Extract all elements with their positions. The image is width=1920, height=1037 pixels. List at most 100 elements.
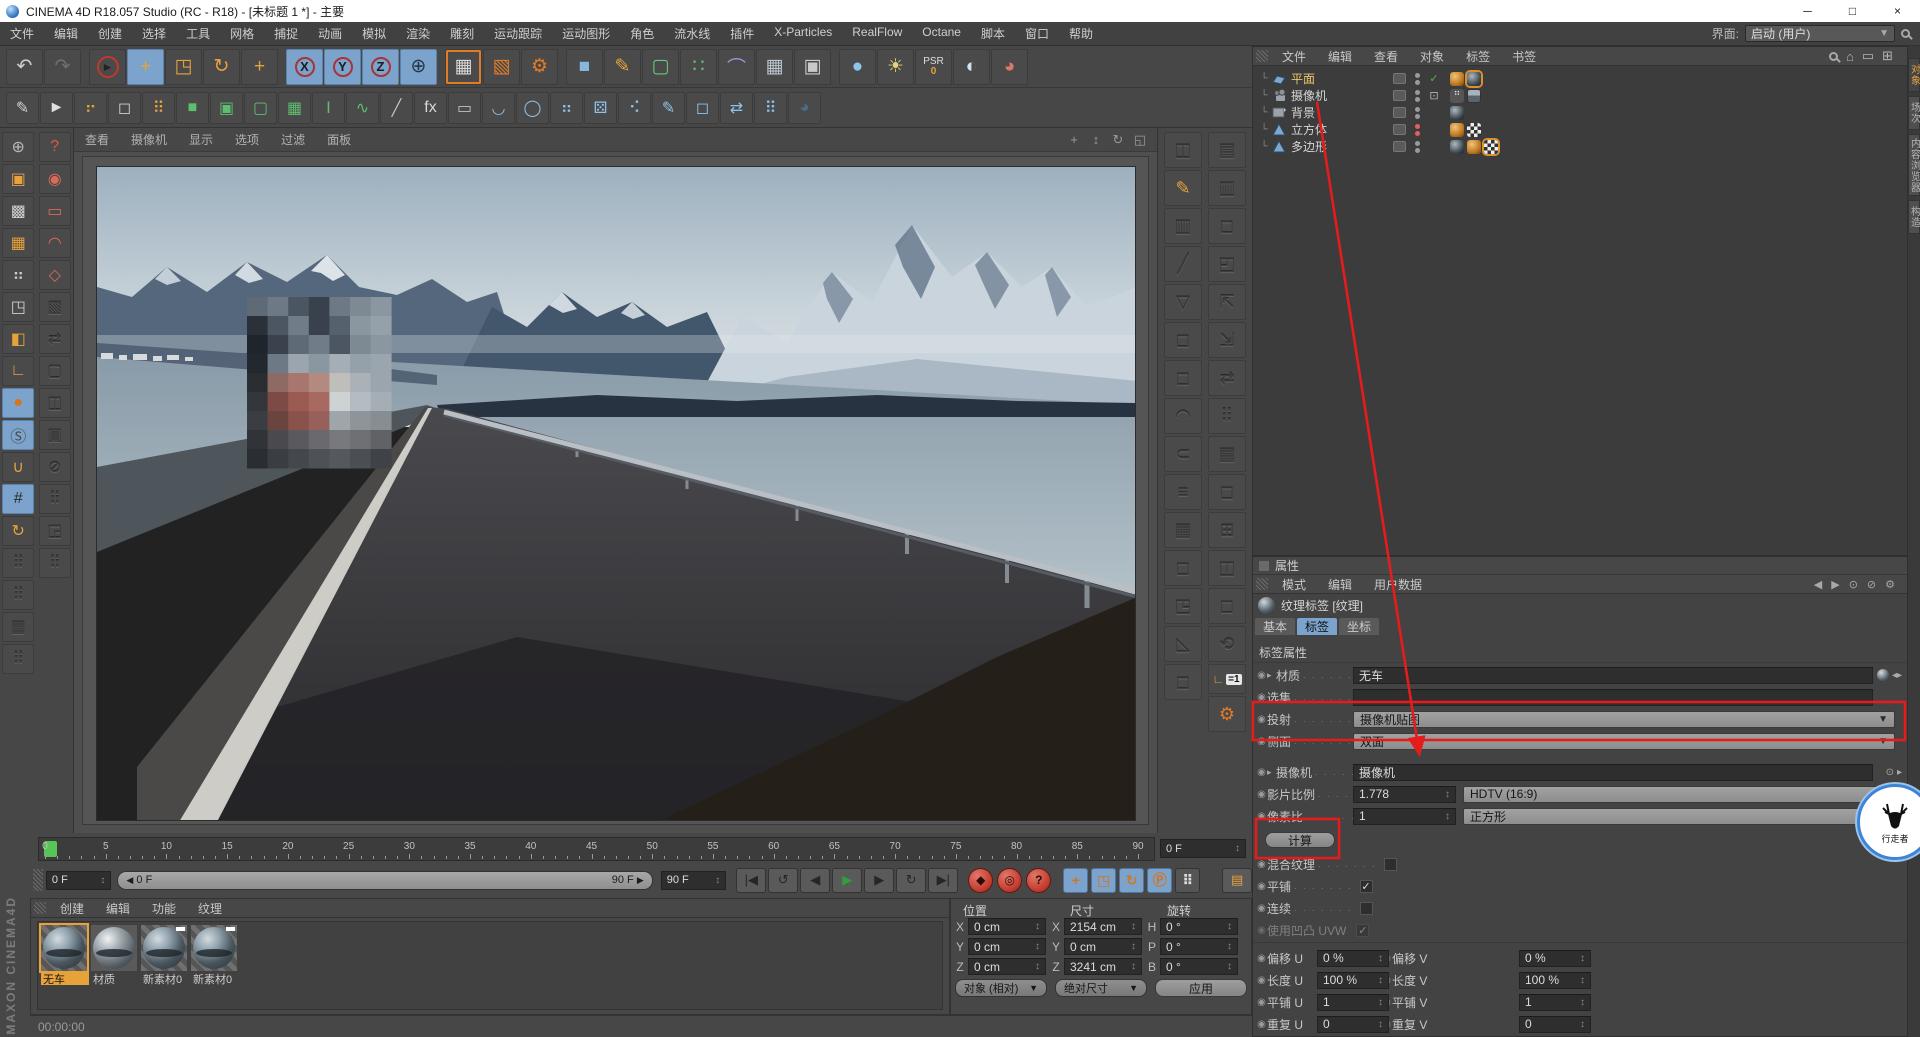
menu-工具[interactable]: 工具 (176, 25, 220, 42)
pin-icon[interactable]: ⊙ (1849, 578, 1858, 591)
grid2-icon[interactable]: ▦ (1164, 512, 1202, 548)
影片比例-dropdown[interactable]: HDTV (16:9)▼ (1463, 786, 1895, 803)
mat-dark-tag-icon[interactable] (1450, 140, 1464, 154)
偏移 V-field[interactable]: 0 %↕ (1519, 950, 1591, 967)
menu-帮助[interactable]: 帮助 (1059, 25, 1103, 42)
torus-icon[interactable]: ◯ (516, 92, 549, 124)
workplane-lock-icon[interactable]: # (2, 484, 34, 514)
材质-field[interactable]: 无车 (1353, 667, 1873, 684)
help-icon[interactable]: ? (39, 132, 71, 162)
light-icon[interactable]: ☀ (877, 49, 914, 85)
om-menu-标签[interactable]: 标签 (1455, 48, 1501, 65)
混合纹理-checkbox[interactable] (1384, 858, 1397, 871)
toggle-view-icon[interactable]: ◱ (1131, 132, 1149, 148)
rotate-tool-icon[interactable]: ↻ (203, 49, 240, 85)
visibility-dots[interactable] (1412, 107, 1422, 119)
平铺 U-field[interactable]: 1↕ (1317, 994, 1389, 1011)
cluster-icon[interactable]: ⠪ (618, 92, 651, 124)
dots-blue-icon[interactable]: ⠿ (754, 92, 787, 124)
loop-forward-button[interactable]: ↻ (896, 868, 926, 893)
panel-grip[interactable] (1256, 578, 1268, 590)
knife2-icon[interactable]: ╱ (1164, 246, 1202, 282)
object-row-背景[interactable]: └背景 (1253, 104, 1907, 121)
material-icon[interactable]: ◐ (953, 49, 990, 85)
goto-start-button[interactable]: |◀ (736, 868, 766, 893)
menu-动画[interactable]: 动画 (308, 25, 352, 42)
workplane-icon[interactable]: ∟=1 (1208, 664, 1246, 694)
menu-选择[interactable]: 选择 (132, 25, 176, 42)
swap-icon[interactable]: ⇄ (720, 92, 753, 124)
axis-mode-icon[interactable]: ∟ (2, 356, 34, 386)
camera-icon[interactable]: ▣ (794, 49, 831, 85)
next-frame-button[interactable]: ▶ (864, 868, 894, 893)
move-tool-icon[interactable]: + (127, 49, 164, 85)
box-icon[interactable]: ◻ (1208, 208, 1246, 244)
field-buttons[interactable]: ◂▸ (1877, 669, 1902, 681)
scale-key-toggle[interactable]: ◳ (1091, 868, 1116, 893)
menu-角色[interactable]: 角色 (620, 25, 664, 42)
menu-创建[interactable]: 创建 (88, 25, 132, 42)
menu-捕捉[interactable]: 捕捉 (264, 25, 308, 42)
keyframe-dot-icon[interactable]: ◉ (1256, 767, 1267, 778)
play-button[interactable]: ▶ (832, 868, 862, 893)
object-row-平面[interactable]: └平面✓ (1253, 70, 1907, 87)
grid-b-icon[interactable]: ⠿ (2, 580, 34, 610)
旋转-B-field[interactable]: 0 °↕ (1160, 958, 1238, 975)
back-icon[interactable]: ◀ (1814, 578, 1822, 591)
workplane-rotate-icon[interactable]: ↻ (2, 516, 34, 546)
grid-dots-icon[interactable]: ⠿ (142, 92, 175, 124)
viewport-menu-选项[interactable]: 选项 (224, 131, 270, 148)
mat-orange-tag-icon[interactable] (1467, 140, 1481, 154)
forward-icon[interactable]: ▶ (1831, 578, 1839, 591)
grid-a-icon[interactable]: ⠿ (2, 548, 34, 578)
menu-脚本[interactable]: 脚本 (971, 25, 1015, 42)
viewport-menu-显示[interactable]: 显示 (178, 131, 224, 148)
tool-b-icon[interactable]: ⇄ (39, 324, 71, 354)
om-menu-查看[interactable]: 查看 (1363, 48, 1409, 65)
material-thumbnail[interactable] (41, 925, 87, 971)
keyframe-dot-icon[interactable]: ◉ (1256, 811, 1267, 822)
lock-y-icon[interactable]: Y (324, 49, 361, 85)
position-key-toggle[interactable]: + (1063, 868, 1088, 893)
object-row-多边形[interactable]: └多边形 (1253, 138, 1907, 155)
material-thumbnail[interactable] (191, 925, 237, 971)
重复 U-field[interactable]: 0↕ (1317, 1016, 1389, 1033)
stack-icon[interactable]: ▤ (1208, 132, 1246, 168)
timeline-ruler[interactable]: 051015202530354045505560657075808590 (38, 837, 1155, 861)
sliders-icon[interactable]: ≡ (1164, 474, 1202, 510)
material-无车[interactable]: 无车 (41, 925, 89, 985)
mat-orange-tag-icon[interactable] (1450, 72, 1464, 86)
goto-end-button[interactable]: ▶| (928, 868, 958, 893)
lock-z-icon[interactable]: Z (362, 49, 399, 85)
tool-i-icon[interactable]: ⠿ (39, 548, 71, 578)
menu-模拟[interactable]: 模拟 (352, 25, 396, 42)
material-thumbnail[interactable] (141, 925, 187, 971)
tab-标签[interactable]: 标签 (1297, 618, 1337, 635)
layer-toggle[interactable] (1393, 107, 1406, 118)
model-mode-icon[interactable]: ▣ (2, 164, 34, 194)
material-材质[interactable]: 材质 (91, 925, 139, 985)
fx-icon[interactable]: fx (414, 92, 447, 124)
render-settings-icon[interactable]: ⚙ (521, 49, 558, 85)
cube-blue-icon[interactable]: ◻ (686, 92, 719, 124)
chart-icon[interactable]: ▥ (1164, 208, 1202, 244)
连续-checkbox[interactable] (1360, 902, 1373, 915)
keyframe-dot-icon[interactable]: ◉ (1256, 692, 1267, 703)
minimize-button[interactable]: ─ (1785, 0, 1830, 22)
settings-icon[interactable]: ⚙ (1885, 578, 1895, 591)
rectangle-selection-icon[interactable]: ▭ (39, 196, 71, 226)
plane-b-icon[interactable]: ⇲ (1208, 322, 1246, 358)
位置-Z-field[interactable]: 0 cm↕ (968, 958, 1046, 975)
record-keyframe-button[interactable]: ◆ (968, 868, 993, 893)
inner-extrude-icon[interactable]: ▣ (210, 92, 243, 124)
live-selection-icon[interactable]: ► (89, 49, 126, 85)
add-panel-icon[interactable]: ⊞ (1882, 48, 1893, 64)
dice-icon[interactable]: ⚄ (584, 92, 617, 124)
dots-a-icon[interactable]: ⠿ (1208, 398, 1246, 434)
om-menu-编辑[interactable]: 编辑 (1317, 48, 1363, 65)
keyframe-dot-icon[interactable]: ◉ (1256, 736, 1267, 747)
mat-orange-tag-icon[interactable] (1450, 123, 1464, 137)
scissors-icon[interactable]: ⊂ (1164, 436, 1202, 472)
尺寸-Y-field[interactable]: 0 cm↕ (1064, 938, 1142, 955)
layer-toggle[interactable] (1393, 141, 1406, 152)
